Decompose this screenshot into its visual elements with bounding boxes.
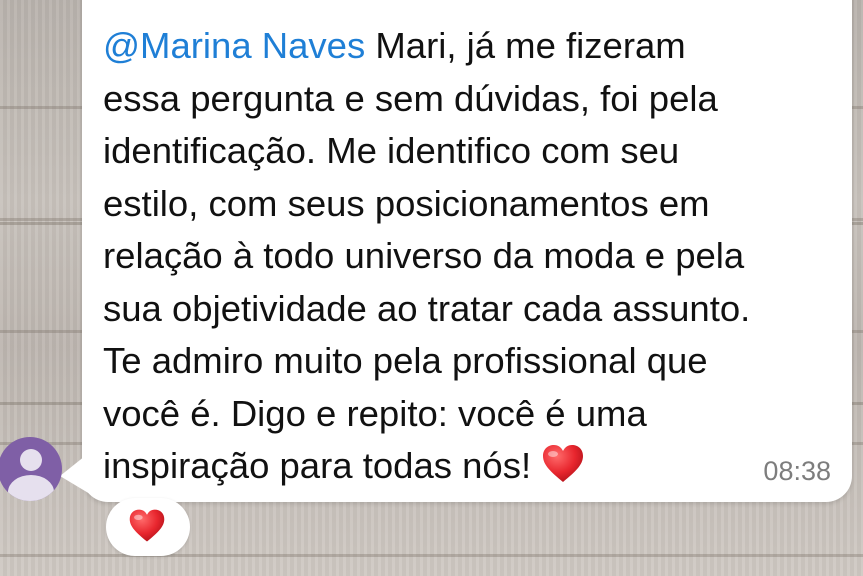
heart-reaction-icon [128,508,166,549]
message-line: essa pergunta e sem dúvidas, foi pela [103,77,718,119]
message-line: relação à todo universo da moda e pela [103,235,745,276]
reaction-pill[interactable] [106,498,190,556]
heart-emoji-icon [541,444,585,499]
message-line: Mari, já me fizeram [365,25,686,66]
message-line: inspiração para todas nós! [103,445,542,486]
message-bubble-tail [60,452,90,494]
message-timestamp: 08:38 [763,456,831,486]
avatar-body [8,475,54,501]
message-line: você é. Digo e repito: você é uma [103,392,647,434]
avatar-head [20,449,42,471]
message-text: @Marina Naves Mari, já me fizeram essa p… [103,20,843,499]
message-line: estilo, com seus posicionamentos em [103,182,710,224]
message-line: sua objetividade ao tratar cada assunto. [103,287,751,329]
message-line: identificação. Me identifico com seu [103,130,680,171]
message-line: Te admiro muito pela profissional que [103,340,708,381]
user-avatar-icon[interactable] [0,437,62,501]
mention-link[interactable]: @Marina Naves [103,25,365,66]
